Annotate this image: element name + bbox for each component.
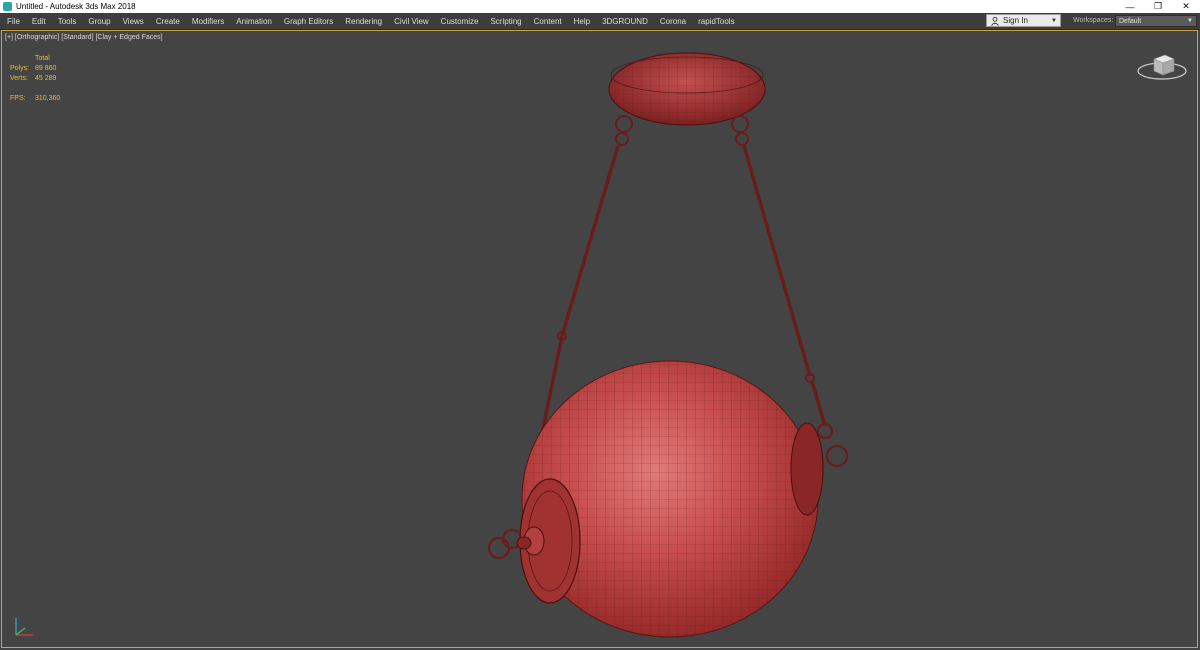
workspace-value: Default [1119,17,1142,25]
menu-file[interactable]: File [0,17,26,26]
user-icon [991,16,999,26]
stats-header: Total [35,55,50,62]
viewcube-icon[interactable] [1135,45,1189,85]
viewport-statistics: Total Polys: 89 860 Verts: 45 289 FPS: 310,… [10,54,75,104]
workspaces-select[interactable]: Default ▼ [1115,15,1197,27]
polys-value: 89 860 [35,65,57,72]
viewport[interactable]: [+] [Orthographic] [Standard] [Clay + Ed… [1,30,1198,648]
menu-modifiers[interactable]: Modifiers [186,17,230,26]
globe-shade [516,360,824,638]
app-icon [3,2,12,11]
menu-group[interactable]: Group [82,17,116,26]
window-controls: — ❐ ✕ [1116,0,1200,13]
close-button[interactable]: ✕ [1172,0,1200,13]
viewport-label[interactable]: [+] [Orthographic] [Standard] [Clay + Ed… [5,34,163,41]
menu-graph-editors[interactable]: Graph Editors [278,17,339,26]
menu-create[interactable]: Create [150,17,186,26]
menu-edit[interactable]: Edit [26,17,52,26]
axis-tripod-icon [15,618,34,636]
minimize-button[interactable]: — [1116,0,1144,13]
fps-value: 310,360 [35,95,61,102]
menu-views[interactable]: Views [117,17,150,26]
sign-in-label: Sign In [1003,16,1028,25]
fps-label: FPS: [10,95,26,102]
menu-rapidtools[interactable]: rapidTools [692,17,740,26]
menu-scripting[interactable]: Scripting [484,17,527,26]
menu-tools[interactable]: Tools [52,17,83,26]
chevron-down-icon: ▼ [1051,17,1057,24]
canopy [608,52,766,126]
polys-label: Polys: [10,65,30,72]
menu-animation[interactable]: Animation [230,17,278,26]
menu-civil-view[interactable]: Civil View [388,17,435,26]
title-bar: Untitled - Autodesk 3ds Max 2018 — ❐ ✕ [0,0,1200,13]
chevron-down-icon: ▼ [1187,18,1193,24]
sign-in-button[interactable]: Sign In ▼ [986,14,1061,27]
menu-3dground[interactable]: 3DGROUND [596,17,654,26]
menu-customize[interactable]: Customize [435,17,485,26]
menu-corona[interactable]: Corona [654,17,692,26]
menu-help[interactable]: Help [568,17,596,26]
workspaces-label: Workspaces: [1073,17,1114,24]
verts-value: 45 289 [35,75,57,82]
window-title: Untitled - Autodesk 3ds Max 2018 [16,2,136,11]
verts-label: Verts: [10,75,28,82]
menu-rendering[interactable]: Rendering [339,17,388,26]
restore-button[interactable]: ❐ [1144,0,1172,13]
scene-render [487,52,849,638]
menu-content[interactable]: Content [528,17,568,26]
